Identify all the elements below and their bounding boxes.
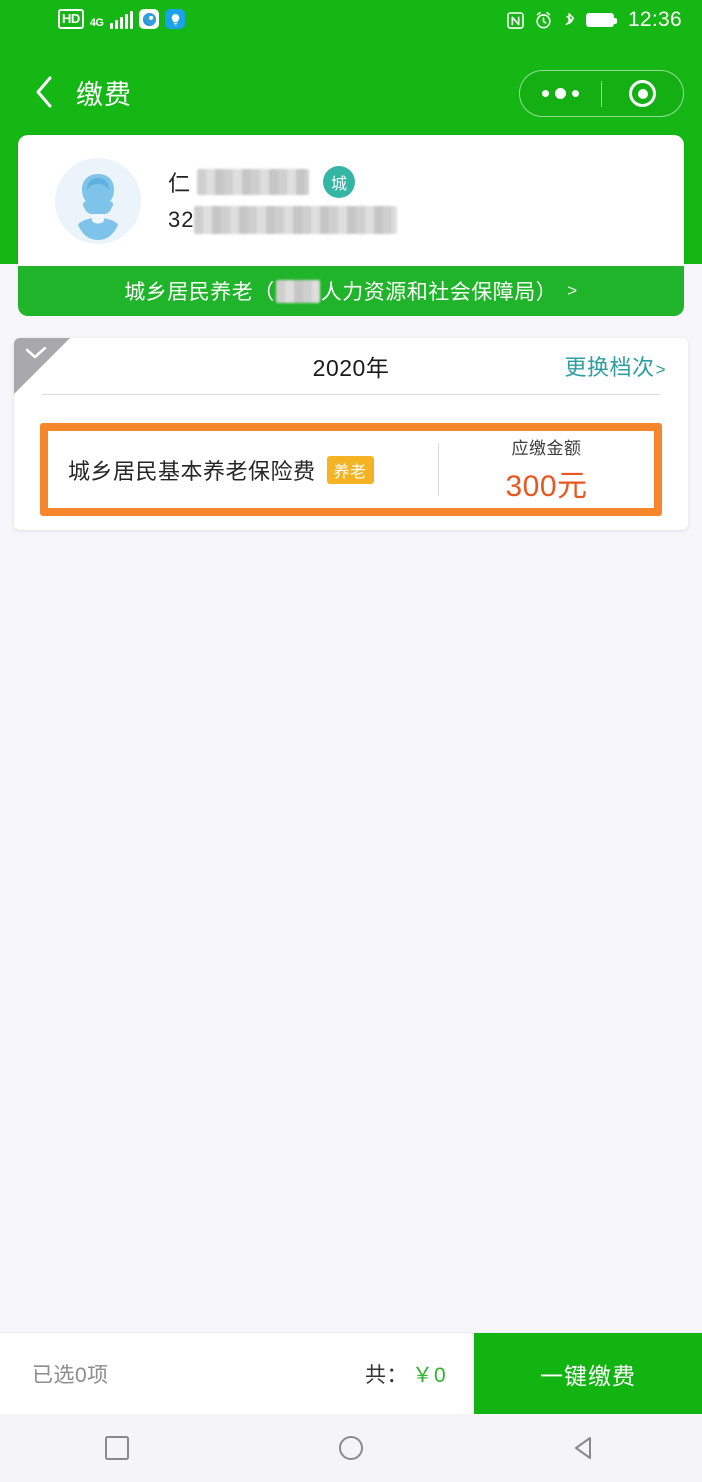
- change-level-label: 更换档次: [564, 355, 655, 380]
- status-bar-right-icons: 12:36: [506, 8, 682, 32]
- back-button[interactable]: [22, 70, 66, 114]
- chevron-right-icon: >: [567, 281, 578, 300]
- status-badge: 城: [323, 166, 356, 198]
- total-amount-group: 共： ￥0: [365, 1359, 447, 1389]
- target-circle-icon: [629, 80, 656, 107]
- user-id-redaction: [194, 206, 398, 234]
- network-type-label: 4G: [89, 17, 104, 29]
- android-navigation-bar: [0, 1414, 702, 1482]
- fee-item-left: 城乡居民基本养老保险费 养老: [48, 431, 438, 508]
- fee-item-tag: 养老: [326, 455, 374, 484]
- user-id-row: 32: [168, 206, 398, 234]
- fee-item-row[interactable]: 城乡居民基本养老保险费 养老 应缴金额 300元: [40, 423, 662, 516]
- nfc-icon: [507, 11, 524, 29]
- user-name-redaction: [197, 169, 310, 195]
- payment-item-card: 2020年 更换档次 > 城乡居民基本养老保险费 养老 应缴金额 300元: [14, 338, 688, 530]
- year-row: 2020年 更换档次 >: [14, 338, 688, 394]
- circle-home-icon: [339, 1436, 363, 1460]
- selected-count-label: 已选0项: [32, 1363, 109, 1387]
- fee-item-amount-block: 应缴金额 300元: [439, 431, 654, 508]
- navigation-bar: 缴费: [0, 54, 702, 126]
- home-button[interactable]: [306, 1414, 396, 1482]
- square-recents-icon: [105, 1436, 129, 1460]
- org-redaction: [275, 279, 320, 303]
- org-text-after: 人力资源和社会保障局）: [320, 281, 558, 304]
- triangle-back-icon: [575, 1437, 591, 1459]
- amount-value: 300元: [505, 470, 588, 503]
- user-name: 仁: [168, 171, 192, 196]
- change-level-link[interactable]: 更换档次 >: [565, 350, 666, 382]
- lightbulb-icon: [165, 9, 186, 29]
- app-swirl-icon: [139, 9, 160, 29]
- recents-button[interactable]: [72, 1414, 162, 1482]
- bottom-action-bar: 已选0项 共： ￥0 一键缴费: [0, 1332, 702, 1415]
- org-text-before: 城乡居民养老（: [124, 281, 275, 304]
- alarm-icon: [536, 11, 551, 28]
- fee-item-name: 城乡居民基本养老保险费: [68, 458, 316, 484]
- signal-bars-icon: [110, 11, 134, 29]
- bluetooth-icon: [565, 12, 575, 25]
- pay-all-button[interactable]: 一键缴费: [474, 1333, 702, 1415]
- chevron-left-icon: [36, 76, 52, 108]
- battery-icon: [585, 13, 617, 27]
- user-details: 仁 城 32: [168, 166, 398, 234]
- status-bar-left-icons: HD 4G: [58, 9, 186, 29]
- close-miniprogram-button[interactable]: [602, 80, 683, 107]
- user-avatar-icon: [55, 157, 141, 244]
- user-id-prefix: 32: [168, 207, 195, 232]
- user-info-card: 仁 城 32: [18, 135, 684, 266]
- total-label: 共：: [365, 1363, 408, 1387]
- organization-selector[interactable]: 城乡居民养老（ 人力资源和社会保障局） >: [18, 266, 684, 316]
- status-bar-time: 12:36: [627, 8, 682, 31]
- page-title: 缴费: [76, 79, 132, 110]
- hd-badge-icon: HD: [58, 9, 84, 29]
- status-bar: HD 4G 12:36: [0, 0, 702, 50]
- amount-label: 应缴金额: [511, 439, 582, 458]
- miniprogram-capsule: [519, 70, 684, 117]
- chevron-right-icon: >: [655, 360, 666, 379]
- card-divider: [42, 394, 660, 395]
- avatar-person-icon: [55, 157, 141, 244]
- more-menu-button[interactable]: [520, 88, 601, 99]
- back-button[interactable]: [540, 1414, 630, 1482]
- user-name-row: 仁 城: [168, 166, 397, 198]
- total-value: ￥0: [412, 1363, 447, 1387]
